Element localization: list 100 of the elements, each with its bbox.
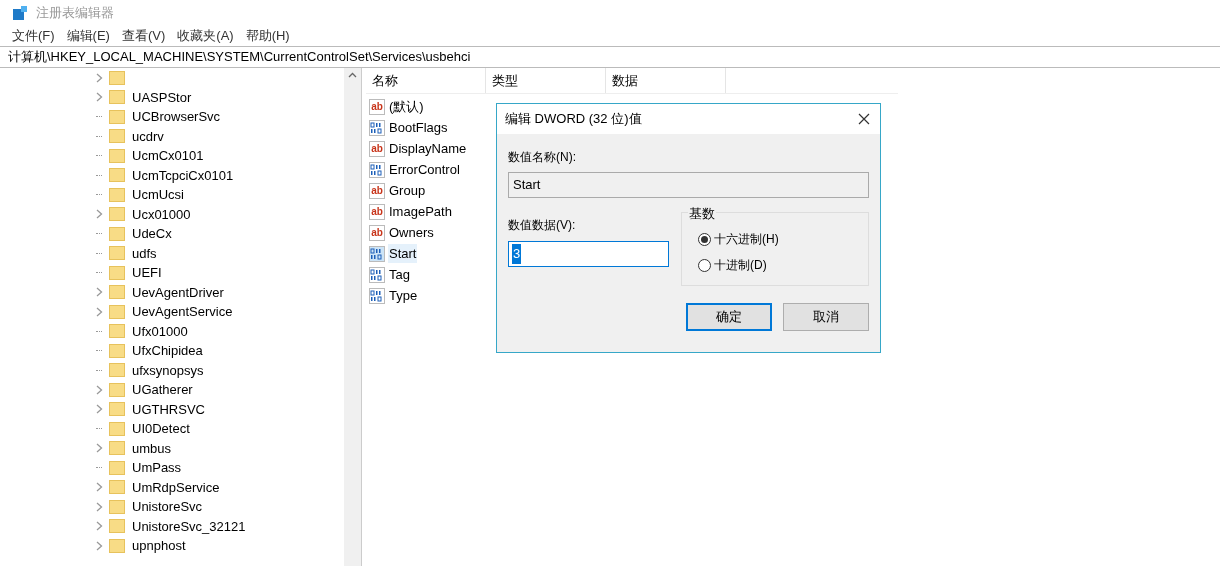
tree-item[interactable]: UmPass (132, 458, 182, 478)
radio-button[interactable] (698, 232, 711, 246)
scrollbar[interactable] (344, 68, 361, 566)
tree-item[interactable]: UEFI (132, 263, 162, 283)
tree-item[interactable]: UcmUcsi (132, 185, 184, 205)
folder-icon (109, 363, 125, 378)
tree-item[interactable]: UcmTcpciCx0101 (132, 165, 234, 185)
value-name[interactable]: Type (388, 285, 419, 306)
expand-chevron-icon[interactable] (95, 287, 103, 298)
value-data-field[interactable]: 3 (508, 241, 669, 267)
string-value-icon: ab (369, 98, 385, 115)
tree-item[interactable]: UcmCx0101 (132, 146, 204, 166)
expand-chevron-icon[interactable] (95, 72, 103, 83)
tree-item[interactable]: ucdrv (132, 126, 164, 146)
folder-icon (109, 226, 125, 241)
folder-icon (109, 421, 125, 436)
tree-item[interactable]: Ucx01000 (132, 204, 191, 224)
value-name-field: Start (508, 172, 869, 198)
tree-item[interactable]: UASPStor (132, 87, 192, 107)
tree-item[interactable]: UGatherer (132, 380, 193, 400)
folder-icon (109, 129, 125, 144)
expand-chevron-icon[interactable] (95, 540, 103, 551)
ok-button[interactable]: 确定 (686, 303, 772, 331)
menu-item[interactable]: 查看(V) (121, 26, 166, 46)
window-title: 注册表编辑器 (36, 4, 114, 23)
value-name[interactable]: Tag (388, 264, 411, 285)
radio-label[interactable]: 十进制(D) (714, 256, 767, 274)
folder-icon (109, 402, 125, 417)
value-name-label: 数值名称(N): (508, 149, 577, 166)
folder-icon (109, 148, 125, 163)
string-value-icon: ab (369, 203, 385, 220)
expand-chevron-icon[interactable] (95, 209, 103, 220)
folder-icon (109, 168, 125, 183)
tree-item[interactable]: Ufx01000 (132, 321, 188, 341)
tree-item[interactable]: UmRdpService (132, 477, 220, 497)
folder-icon (109, 538, 125, 553)
tree-item[interactable]: upnphost (132, 536, 186, 556)
folder-icon (109, 304, 125, 319)
address-bar[interactable]: 计算机\HKEY_LOCAL_MACHINE\SYSTEM\CurrentControlSet\Services\usbehci (0, 46, 1220, 68)
folder-icon (109, 90, 125, 105)
expand-chevron-icon[interactable] (95, 501, 103, 512)
binary-value-icon (369, 245, 385, 262)
string-value-icon: ab (369, 182, 385, 199)
folder-icon (109, 70, 125, 85)
binary-value-icon (369, 119, 385, 136)
binary-value-icon (369, 287, 385, 304)
column-header[interactable]: 名称 (366, 68, 486, 93)
radio-button[interactable] (698, 258, 711, 272)
tree-item[interactable]: UGTHRSVC (132, 399, 205, 419)
value-name[interactable]: DisplayName (388, 138, 468, 159)
folder-icon (109, 265, 125, 280)
value-name[interactable]: ErrorControl (388, 159, 461, 180)
expand-chevron-icon[interactable] (95, 404, 103, 415)
value-name[interactable]: Group (388, 180, 427, 201)
expand-chevron-icon[interactable] (95, 92, 103, 103)
cancel-button[interactable]: 取消 (783, 303, 869, 331)
folder-icon (109, 441, 125, 456)
value-data-label: 数值数据(V): (508, 217, 577, 234)
folder-icon (109, 519, 125, 534)
menu-item[interactable]: 收藏夹(A) (177, 26, 234, 46)
expand-chevron-icon[interactable] (95, 521, 103, 532)
string-value-icon: ab (369, 224, 385, 241)
menu-item[interactable]: 帮助(H) (245, 26, 290, 46)
close-icon[interactable] (858, 113, 870, 125)
tree-item[interactable]: UnistoreSvc (132, 497, 203, 517)
folder-icon (109, 460, 125, 475)
expand-chevron-icon[interactable] (95, 482, 103, 493)
folder-icon (109, 187, 125, 202)
tree-item[interactable]: UfxChipidea (132, 341, 203, 361)
tree-item[interactable]: UI0Detect (132, 419, 190, 439)
menu-item[interactable]: 编辑(E) (66, 26, 110, 46)
expand-chevron-icon[interactable] (95, 384, 103, 395)
tree-item[interactable]: ufxsynopsys (132, 360, 204, 380)
value-name[interactable]: ImagePath (388, 201, 453, 222)
radio-label[interactable]: 十六进制(H) (714, 230, 779, 248)
tree-item[interactable]: umbus (132, 438, 172, 458)
folder-icon (109, 480, 125, 495)
tree-item[interactable]: UevAgentDriver (132, 282, 224, 302)
menu-item[interactable]: 文件(F) (12, 26, 55, 46)
folder-icon (109, 246, 125, 261)
binary-value-icon (369, 266, 385, 283)
value-name[interactable]: (默认) (388, 96, 425, 117)
folder-icon (109, 382, 125, 397)
tree-item[interactable]: UCBrowserSvc (132, 107, 221, 127)
scroll-up-icon[interactable] (348, 72, 357, 78)
tree-item[interactable]: udfs (132, 243, 157, 263)
expand-chevron-icon[interactable] (95, 306, 103, 317)
value-name[interactable]: BootFlags (388, 117, 449, 138)
expand-chevron-icon[interactable] (95, 443, 103, 454)
folder-icon (109, 207, 125, 222)
folder-icon (109, 343, 125, 358)
registry-editor-icon (12, 5, 28, 21)
tree-item[interactable]: UnistoreSvc_32121 (132, 516, 246, 536)
value-name[interactable]: Start (388, 243, 418, 264)
tree-item[interactable]: UevAgentService (132, 302, 233, 322)
tree-item[interactable]: UdeCx (132, 224, 172, 244)
column-header[interactable]: 类型 (486, 68, 606, 93)
binary-value-icon (369, 161, 385, 178)
column-header[interactable]: 数据 (606, 68, 726, 93)
value-name[interactable]: Owners (388, 222, 435, 243)
